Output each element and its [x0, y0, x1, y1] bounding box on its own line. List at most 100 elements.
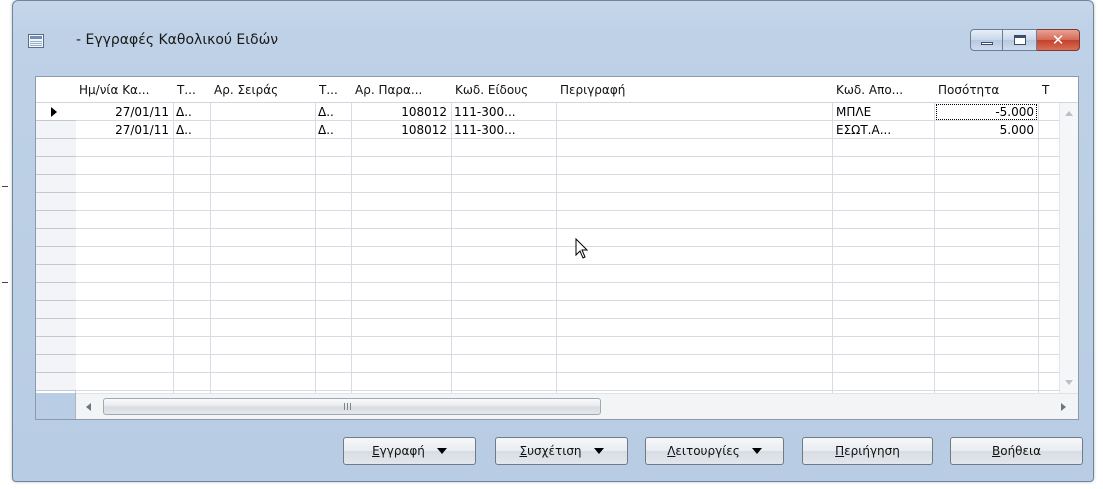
col-header-item-code[interactable]: Κωδ. Είδους [452, 77, 556, 103]
row-selector[interactable] [36, 229, 76, 247]
entry-menu-button[interactable]: Εγγραφή [343, 437, 476, 465]
grid-header: Ημ/νία Κα... Τ... Αρ. Σειράς Τ... Αρ. Πα… [36, 77, 1078, 103]
maximize-button[interactable] [1003, 29, 1037, 51]
cell-entry-type[interactable]: Δ.. [176, 103, 210, 121]
empty-row[interactable] [36, 337, 1059, 355]
title-bar[interactable]: - Εγγραφές Καθολικού Ειδών ✕ [13, 1, 1093, 59]
navigate-button-label: Περιήγηση [835, 444, 900, 458]
cell-doc-type[interactable]: Δ.. [318, 121, 350, 139]
cell-serial-no[interactable] [213, 103, 313, 121]
edge-mark [2, 186, 8, 187]
col-header-location-code[interactable]: Κωδ. Απο... [833, 77, 933, 103]
relate-button-label: Συσχέτιση [519, 444, 582, 458]
col-header-serial-no[interactable]: Αρ. Σειράς [211, 77, 315, 103]
grid-body: 27/01/11 Δ.. Δ.. 108012 111-300... ΜΠΛΕ … [36, 103, 1078, 393]
empty-row[interactable] [36, 229, 1059, 247]
chevron-down-icon [436, 448, 447, 454]
empty-row[interactable] [36, 373, 1059, 391]
row-selector[interactable] [36, 211, 76, 229]
row-selector[interactable] [36, 355, 76, 373]
horizontal-scrollbar[interactable] [76, 393, 1078, 419]
col-header-document-no[interactable]: Αρ. Παρα... [352, 77, 452, 103]
chevron-down-icon [751, 448, 762, 454]
cell-item-code[interactable]: 111-300... [454, 121, 555, 139]
col-header-quantity[interactable]: Ποσότητα [935, 77, 1035, 103]
cell-posting-date[interactable]: 27/01/11 [76, 121, 173, 139]
row-selector[interactable] [36, 121, 76, 139]
scroll-up-icon[interactable] [1065, 111, 1073, 116]
cell-quantity[interactable]: 5.000 [935, 121, 1038, 139]
empty-row[interactable] [36, 175, 1059, 193]
scroll-left-icon[interactable] [86, 403, 91, 411]
help-button[interactable]: Βοήθεια [950, 437, 1083, 465]
cell-location-code[interactable]: ΕΣΩΤ.Α... [836, 121, 932, 139]
empty-row[interactable] [36, 211, 1059, 229]
cell-doc-type[interactable]: Δ.. [318, 103, 350, 121]
empty-row[interactable] [36, 301, 1059, 319]
navigate-button[interactable]: Περιήγηση [802, 437, 933, 465]
edge-mark [2, 282, 8, 283]
empty-row[interactable] [36, 355, 1059, 373]
col-header-doc-type[interactable]: Τ... [316, 77, 352, 103]
row-selector[interactable] [36, 247, 76, 265]
help-button-label: Βοήθεια [992, 444, 1041, 458]
row-selector[interactable] [36, 373, 76, 391]
item-ledger-window: - Εγγραφές Καθολικού Ειδών ✕ Ημ/νία Κα..… [12, 0, 1094, 482]
row-selector[interactable] [36, 265, 76, 283]
row-selector[interactable] [36, 283, 76, 301]
window-controls: ✕ [970, 29, 1080, 51]
scroll-right-icon[interactable] [1061, 403, 1066, 411]
functions-button-label: Λειτουργίες [667, 444, 740, 458]
functions-menu-button[interactable]: Λειτουργίες [645, 437, 784, 465]
entry-button-label: Εγγραφή [372, 444, 425, 458]
window-title: - Εγγραφές Καθολικού Ειδών [76, 32, 279, 48]
mouse-pointer-icon [575, 238, 589, 259]
col-header-description[interactable]: Περιγραφή [557, 77, 833, 103]
table-row[interactable]: 27/01/11 Δ.. Δ.. 108012 111-300... ΕΣΩΤ.… [36, 121, 1059, 139]
close-icon: ✕ [1051, 30, 1065, 49]
table-row[interactable]: 27/01/11 Δ.. Δ.. 108012 111-300... ΜΠΛΕ … [36, 103, 1059, 121]
cell-document-no[interactable]: 108012 [352, 121, 451, 139]
row-selector[interactable] [36, 319, 76, 337]
scroll-down-icon[interactable] [1065, 380, 1073, 385]
row-selector[interactable] [36, 193, 76, 211]
col-header-posting-date[interactable]: Ημ/νία Κα... [76, 77, 172, 103]
empty-row[interactable] [36, 319, 1059, 337]
empty-row[interactable] [36, 193, 1059, 211]
col-header-more[interactable]: Τ [1039, 77, 1059, 103]
cell-posting-date[interactable]: 27/01/11 [76, 103, 173, 121]
cell-entry-type[interactable]: Δ.. [176, 121, 210, 139]
current-row-icon [51, 107, 57, 117]
cell-description[interactable] [559, 121, 831, 139]
cell-item-code[interactable]: 111-300... [454, 103, 555, 121]
cell-document-no[interactable]: 108012 [352, 103, 451, 121]
vertical-scrollbar[interactable] [1059, 103, 1078, 393]
row-selector[interactable] [36, 337, 76, 355]
empty-row[interactable] [36, 157, 1059, 175]
cell-location-code[interactable]: ΜΠΛΕ [836, 103, 932, 121]
grip-icon [344, 403, 352, 410]
minimize-icon [980, 41, 993, 45]
cell-description[interactable] [559, 103, 831, 121]
relate-menu-button[interactable]: Συσχέτιση [495, 437, 628, 465]
row-selector[interactable] [36, 103, 76, 121]
maximize-icon [1013, 35, 1026, 45]
row-selector[interactable] [36, 139, 76, 157]
empty-row[interactable] [36, 139, 1059, 157]
empty-row[interactable] [36, 247, 1059, 265]
cell-quantity[interactable]: -5.000 [935, 103, 1038, 121]
col-header-entry-type[interactable]: Τ... [174, 77, 210, 103]
ledger-grid[interactable]: Ημ/νία Κα... Τ... Αρ. Σειράς Τ... Αρ. Πα… [35, 76, 1079, 420]
scroll-thumb[interactable] [103, 398, 601, 415]
table-window-icon[interactable] [28, 34, 44, 48]
empty-row[interactable] [36, 283, 1059, 301]
empty-row[interactable] [36, 265, 1059, 283]
scrollbar-corner [36, 393, 76, 419]
row-selector[interactable] [36, 175, 76, 193]
close-button[interactable]: ✕ [1037, 29, 1080, 51]
minimize-button[interactable] [970, 29, 1003, 51]
cell-serial-no[interactable] [213, 121, 313, 139]
chevron-down-icon [593, 448, 604, 454]
row-selector[interactable] [36, 157, 76, 175]
row-selector[interactable] [36, 301, 76, 319]
